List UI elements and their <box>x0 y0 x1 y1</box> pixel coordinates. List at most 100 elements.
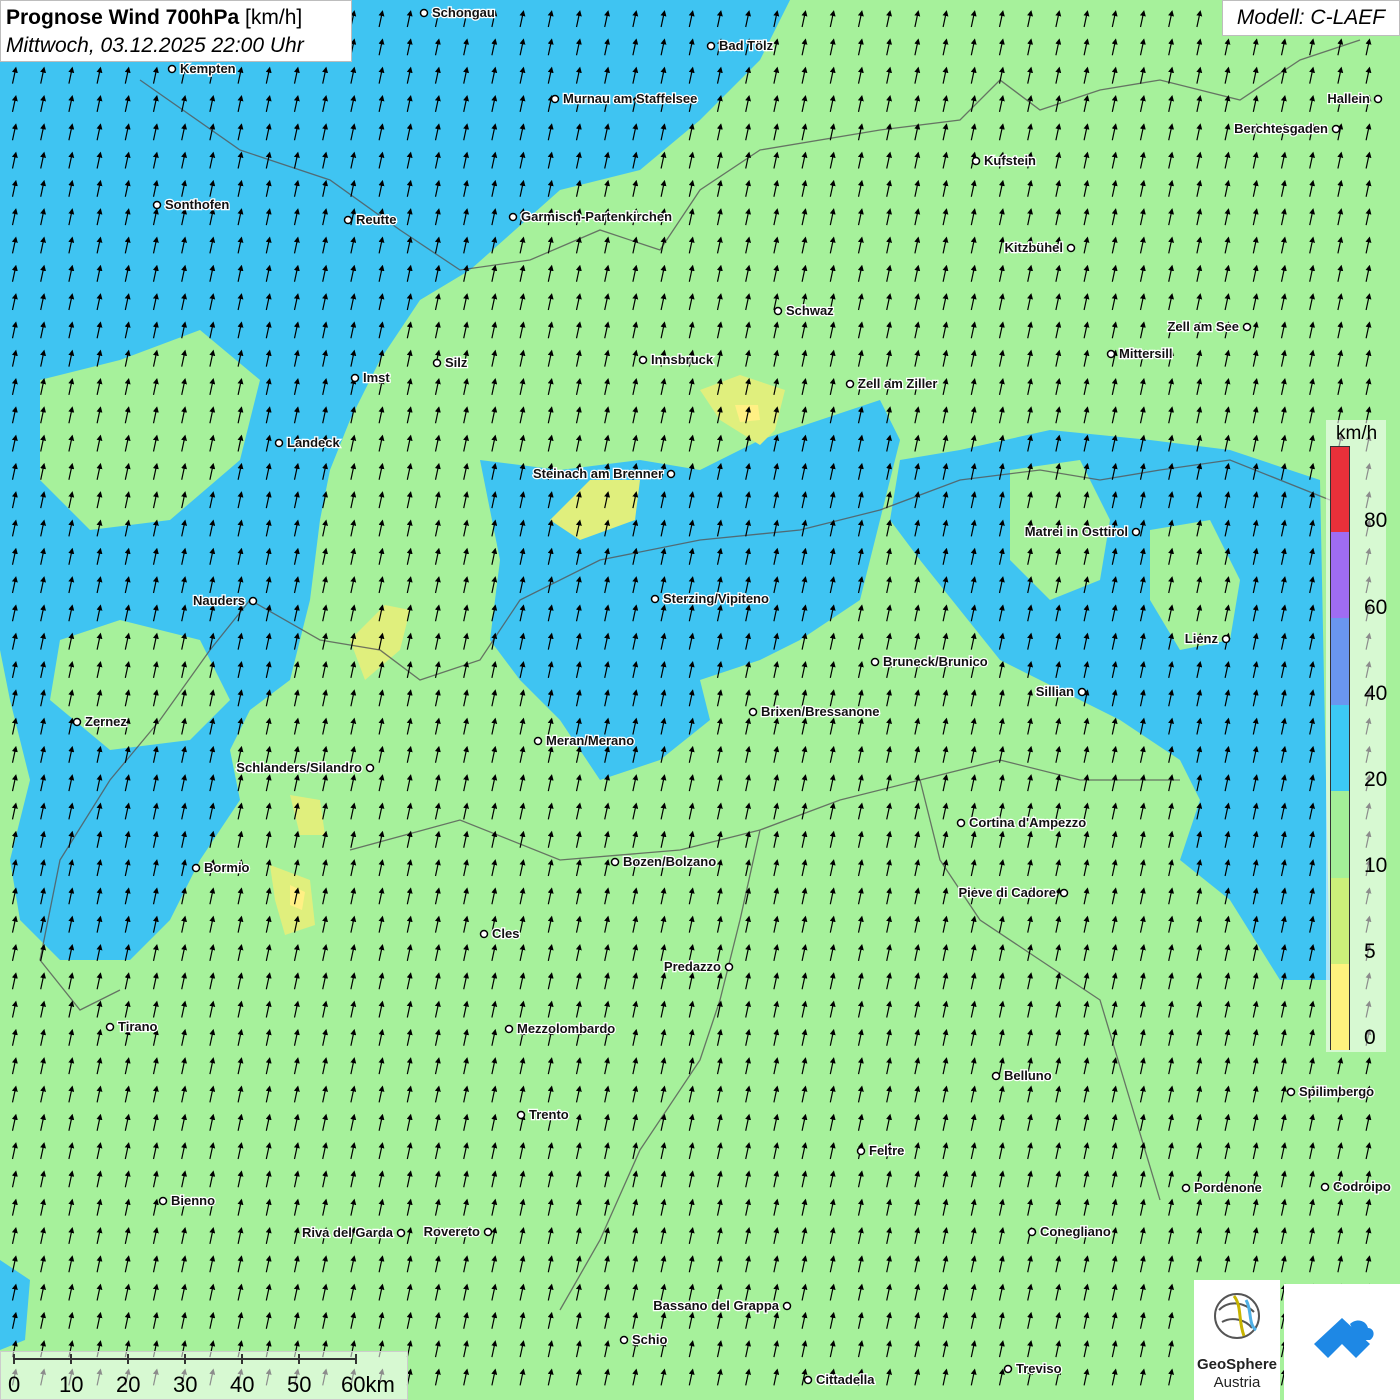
city-dot <box>1003 1364 1013 1374</box>
city-label: Bad Tölz <box>719 38 774 53</box>
city-dot <box>516 1110 526 1120</box>
scale-label-40: 40 <box>230 1372 255 1397</box>
legend-segment <box>1331 532 1349 619</box>
city-dot <box>610 857 620 867</box>
scale-tick <box>241 1354 243 1364</box>
city-dot <box>343 215 353 225</box>
city-dot <box>724 962 734 972</box>
city-label: Pordenone <box>1194 1180 1262 1195</box>
city-label: Imst <box>363 370 390 385</box>
scale-bar: 0 10 20 30 40 50 60km <box>0 1351 408 1400</box>
scale-label-50: 50 <box>287 1372 312 1397</box>
city-dot <box>1320 1182 1330 1192</box>
city-dot <box>803 1375 813 1385</box>
forecast-time: Mittwoch, 03.12.2025 22:00 Uhr <box>6 34 304 57</box>
legend-tick-10: 10 <box>1364 854 1388 877</box>
city-dot <box>971 156 981 166</box>
legend-tick-0: 0 <box>1364 1026 1376 1049</box>
city-dot <box>1221 634 1231 644</box>
city-label: Sterzing/Vipiteno <box>663 591 769 606</box>
legend-segment <box>1331 791 1349 878</box>
city-dot <box>1077 687 1087 697</box>
city-label: Bozen/Bolzano <box>623 854 716 869</box>
weather-app-icon <box>1314 1318 1374 1358</box>
scale-tick <box>13 1354 15 1364</box>
city-dot <box>666 469 676 479</box>
city-label: Sillian <box>1036 684 1074 699</box>
city-dot <box>650 594 660 604</box>
city-label: Murnau am Staffelsee <box>563 91 697 106</box>
legend-segment <box>1331 618 1349 705</box>
city-marker: Innsbruck <box>638 351 715 368</box>
city-dot <box>956 818 966 828</box>
city-dot <box>105 1022 115 1032</box>
map-title-unit: [km/h] <box>245 6 303 29</box>
city-marker: Matrei in Osttirol <box>1023 523 1141 540</box>
city-label: Cittadella <box>816 1372 875 1387</box>
legend-segment <box>1331 704 1349 792</box>
legend-tick-40: 40 <box>1364 682 1388 705</box>
weather-app-logo[interactable] <box>1284 1284 1400 1400</box>
city-marker: Pieve di Cadore <box>957 884 1069 901</box>
city-label: Schio <box>632 1332 667 1347</box>
city-dot <box>638 355 648 365</box>
city-marker: Berchtesgaden <box>1233 120 1341 137</box>
city-dot <box>504 1024 514 1034</box>
legend-unit: km/h <box>1336 423 1378 444</box>
city-dot <box>782 1301 792 1311</box>
city-label: Reutte <box>356 212 396 227</box>
map-title-main: Prognose Wind 700hPa <box>6 6 240 29</box>
city-label: Riva del Garda <box>302 1225 394 1240</box>
city-dot <box>152 200 162 210</box>
city-label: Steinach am Brenner <box>533 466 663 481</box>
color-legend: km/h 80 60 40 20 10 5 0 <box>1326 420 1388 1052</box>
geosphere-name: GeoSphere <box>1196 1356 1278 1373</box>
city-label: Rovereto <box>424 1224 480 1239</box>
city-marker: Bassano del Grappa <box>652 1297 792 1314</box>
geosphere-country: Austria <box>1213 1374 1261 1391</box>
city-marker: Garmisch-Partenkirchen <box>508 208 673 225</box>
city-dot <box>1131 527 1141 537</box>
city-dot <box>1331 124 1341 134</box>
city-dot <box>1059 888 1069 898</box>
city-dot <box>508 212 518 222</box>
city-label: Conegliano <box>1040 1224 1111 1239</box>
wind-map: Schongau Bad Tölz Kempten Murnau am Staffel… <box>0 0 1400 1400</box>
city-label: Cles <box>492 926 519 941</box>
city-label: Schlanders/Silandro <box>236 760 362 775</box>
city-marker: Pordenone <box>1181 1179 1263 1196</box>
city-marker: Cortina d'Ampezzo <box>956 814 1088 831</box>
scale-tick <box>355 1354 357 1364</box>
city-marker: Zell am See <box>1166 318 1252 335</box>
city-marker: Zell am Ziller <box>845 375 939 392</box>
scale-label-0: 0 <box>8 1372 21 1397</box>
city-dot <box>274 438 284 448</box>
city-label: Pieve di Cadore <box>958 885 1056 900</box>
model-label: Modell: C-LAEF <box>1222 0 1400 36</box>
city-dot <box>748 707 758 717</box>
legend-color-bar <box>1330 446 1350 1051</box>
city-dot <box>706 41 716 51</box>
city-marker: Spilimbergo <box>1286 1083 1375 1100</box>
city-marker: Brixen/Bressanone <box>748 703 881 720</box>
city-label: Feltre <box>869 1143 904 1158</box>
city-label: Silz <box>445 355 468 370</box>
city-label: Kitzbühel <box>1005 240 1064 255</box>
city-marker: Sonthofen <box>152 196 231 213</box>
geosphere-logo[interactable]: GeoSphere Austria <box>1194 1280 1280 1400</box>
city-marker: Meran/Merano <box>533 732 635 749</box>
city-marker: Mezzolombardo <box>504 1020 617 1037</box>
city-label: Cortina d'Ampezzo <box>969 815 1086 830</box>
city-dot <box>1106 349 1116 359</box>
city-label: Bienno <box>171 1193 215 1208</box>
city-dot <box>533 736 543 746</box>
scale-label-60km: 60km <box>341 1372 395 1397</box>
city-dot <box>350 373 360 383</box>
city-marker: Conegliano <box>1027 1223 1112 1240</box>
city-label: Treviso <box>1016 1361 1062 1376</box>
city-label: Spilimbergo <box>1299 1084 1374 1099</box>
scale-label-20: 20 <box>116 1372 141 1397</box>
city-dot <box>870 657 880 667</box>
city-label: Kufstein <box>984 153 1036 168</box>
city-dot <box>479 929 489 939</box>
